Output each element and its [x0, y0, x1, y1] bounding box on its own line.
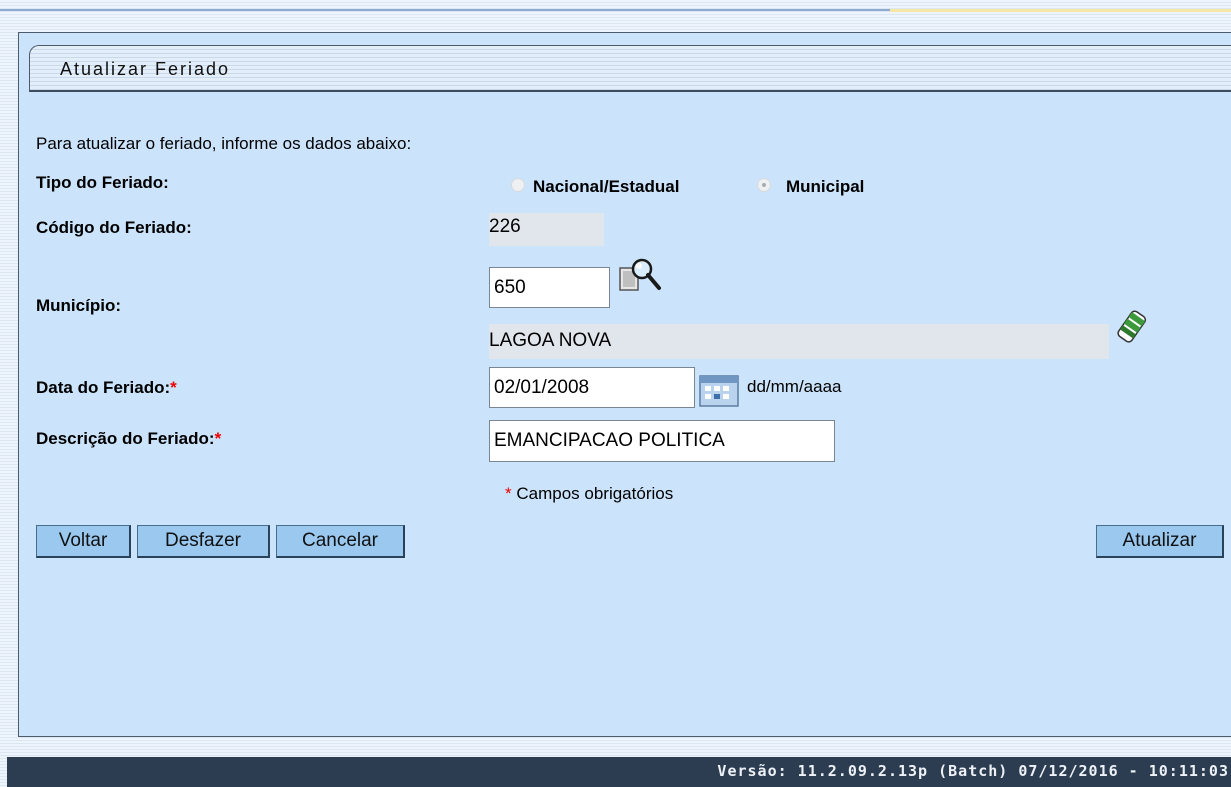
radio-municipal[interactable]	[757, 178, 771, 192]
atualizar-button[interactable]: Atualizar	[1096, 525, 1224, 558]
page-title: Atualizar Feriado	[60, 59, 231, 79]
required-asterisk: *	[170, 378, 177, 397]
panel-titlebar: Atualizar Feriado	[29, 45, 1231, 92]
municipio-code-input[interactable]	[489, 267, 610, 308]
descricao-input[interactable]	[489, 420, 835, 462]
radio-municipal-label: Municipal	[786, 177, 865, 196]
data-format-hint: dd/mm/aaaa	[747, 377, 842, 396]
top-divider	[0, 9, 890, 11]
data-feriado-input[interactable]	[489, 367, 695, 408]
eraser-icon[interactable]	[1113, 308, 1147, 350]
version-text: Versão: 11.2.09.2.13p (Batch) 07/12/2016…	[717, 762, 1229, 780]
radio-nacional-estadual-label: Nacional/Estadual	[533, 177, 680, 196]
data-label-text: Data do Feriado:	[36, 378, 171, 397]
top-accent	[890, 9, 1231, 12]
radio-nacional-estadual[interactable]	[511, 178, 525, 192]
footer-bar: Versão: 11.2.09.2.13p (Batch) 07/12/2016…	[7, 757, 1231, 787]
magnifier-icon[interactable]	[616, 256, 664, 296]
voltar-button[interactable]: Voltar	[36, 525, 131, 558]
descricao-label-text: Descrição do Feriado:	[36, 429, 215, 448]
required-note: * Campos obrigatórios	[505, 484, 673, 504]
cancelar-button[interactable]: Cancelar	[276, 525, 405, 558]
descricao-label: Descrição do Feriado:*	[36, 429, 221, 449]
desfazer-button[interactable]: Desfazer	[137, 525, 270, 558]
tipo-label: Tipo do Feriado:	[36, 173, 169, 192]
municipio-label: Município:	[36, 296, 121, 315]
calendar-icon[interactable]	[698, 370, 740, 408]
required-note-text: Campos obrigatórios	[516, 484, 674, 503]
codigo-value: 226	[489, 213, 604, 246]
required-note-marker: *	[505, 484, 512, 503]
municipio-name: LAGOA NOVA	[489, 324, 1109, 359]
data-label: Data do Feriado:*	[36, 378, 177, 398]
codigo-label: Código do Feriado:	[36, 218, 192, 237]
form-intro: Para atualizar o feriado, informe os dad…	[36, 134, 412, 153]
required-asterisk: *	[214, 429, 222, 448]
